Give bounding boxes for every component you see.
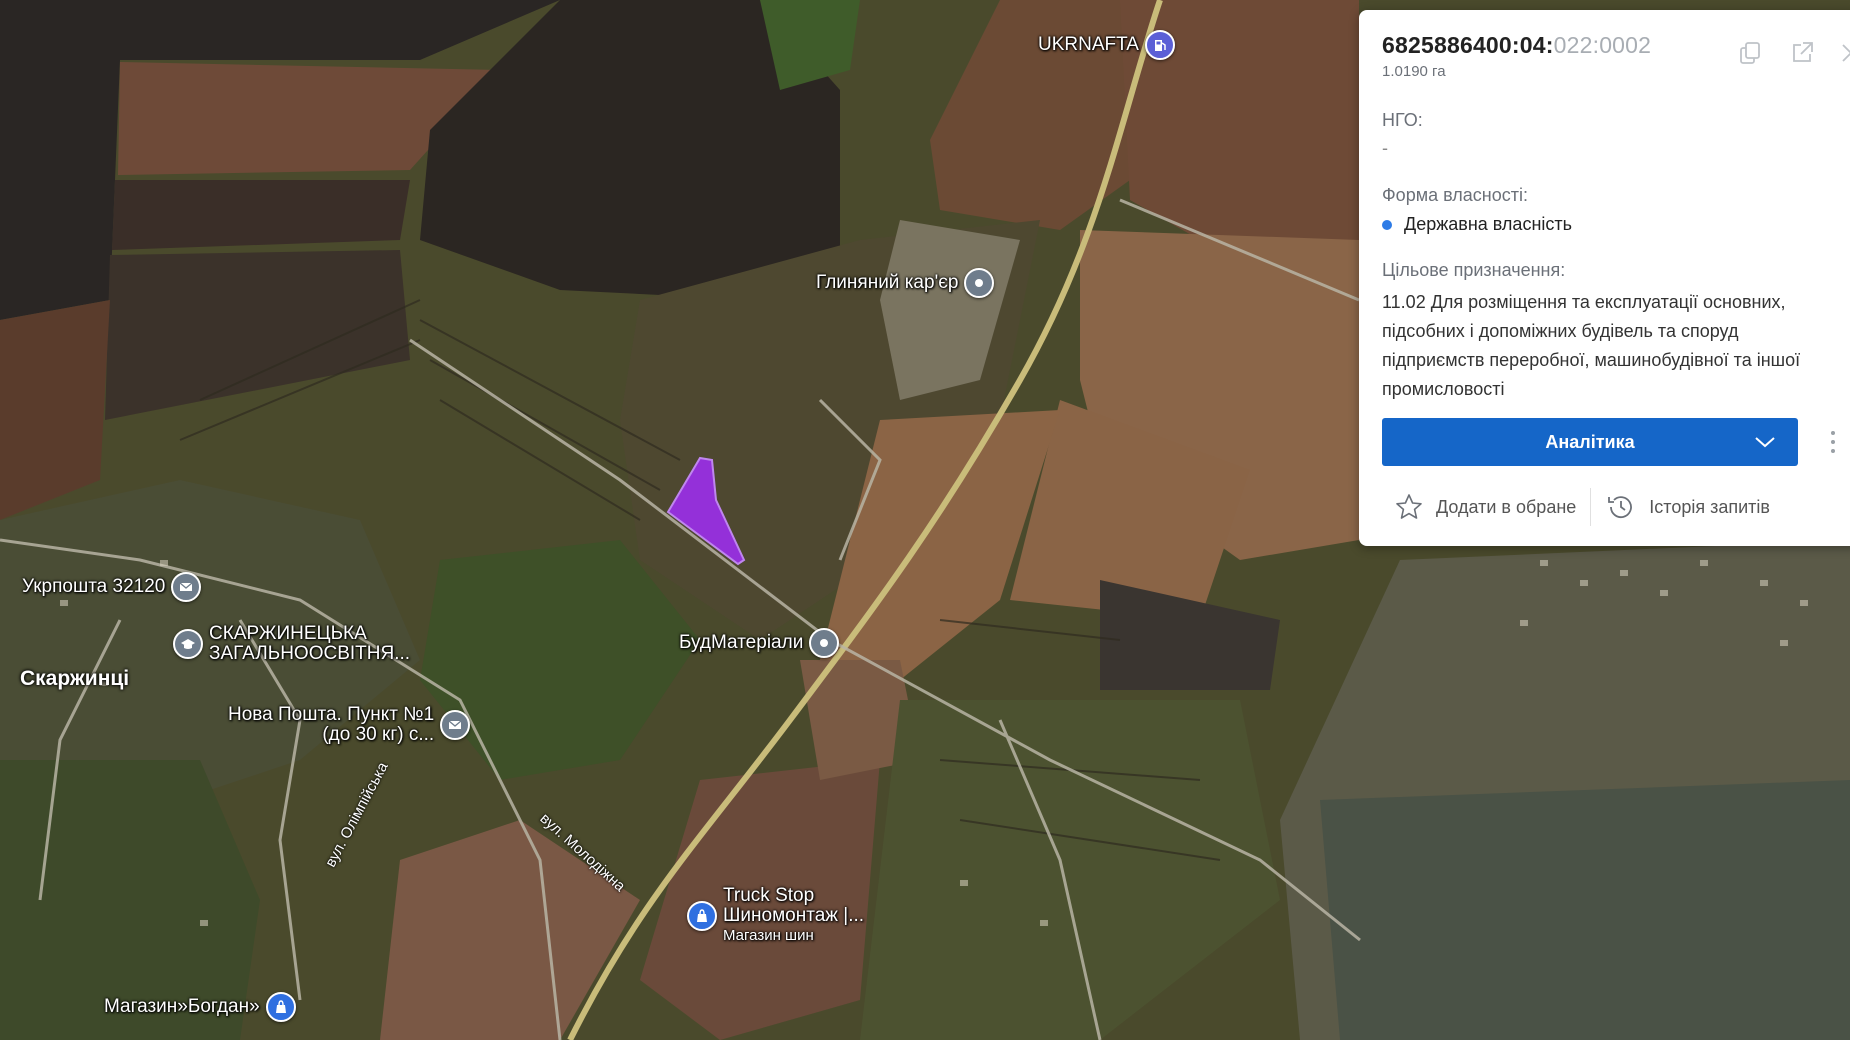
- parcel-info-panel: 6825886400:04:022:0002 1.0190 га НГО: - …: [1359, 10, 1850, 546]
- pin-dot-icon[interactable]: [809, 628, 840, 658]
- cadastral-number-dim: 022:0002: [1553, 32, 1652, 58]
- place-label-skarzhyntsi: Скаржинці: [20, 667, 130, 690]
- more-options-icon[interactable]: [1829, 428, 1837, 456]
- cadastral-number: 6825886400:04:022:0002: [1382, 32, 1651, 59]
- parcel-area: 1.0190 га: [1382, 63, 1446, 80]
- ngo-label: НГО:: [1382, 110, 1423, 130]
- open-external-icon[interactable]: [1789, 40, 1815, 66]
- school-icon[interactable]: [173, 629, 203, 659]
- poi-label: Укрпошта 32120: [22, 576, 166, 597]
- poi-label: Магазин»Богдан»: [104, 996, 260, 1017]
- close-icon[interactable]: [1841, 40, 1850, 66]
- mail-icon[interactable]: [440, 710, 471, 740]
- mail-icon[interactable]: [171, 572, 202, 602]
- history-icon: [1608, 496, 1633, 519]
- ownership-label: Форма власності:: [1382, 185, 1528, 205]
- request-history-label: Історія запитів: [1649, 496, 1770, 517]
- panel-actions: Додати в обране Історія запитів: [1394, 488, 1770, 526]
- poi-ukrnafta[interactable]: UKRNAFTA: [1038, 30, 1175, 60]
- poi-label: Truck Stop: [723, 885, 815, 906]
- analytics-button[interactable]: Аналітика: [1382, 418, 1798, 466]
- panel-header-actions: [1737, 40, 1850, 66]
- poi-label-wrap: Truck Stop Шиномонтаж |... Магазин шин: [723, 886, 864, 946]
- star-icon: [1396, 494, 1422, 519]
- purpose-label: Цільове призначення:: [1382, 260, 1566, 280]
- poi-label: Нова Пошта. Пункт №1: [228, 704, 435, 725]
- ownership-text: Державна власність: [1404, 214, 1573, 234]
- poi-label-wrap: Нова Пошта. Пункт №1 (до 30 кг) с...: [228, 705, 434, 745]
- poi-clay-quarry[interactable]: Глиняний кар'єр: [816, 268, 995, 298]
- poi-budmaterialy[interactable]: БудМатеріали: [679, 628, 840, 658]
- poi-label-line2: ЗАГАЛЬНООСВІТНЯ...: [209, 643, 411, 664]
- poi-label: СКАРЖИНЕЦЬКА: [209, 623, 367, 644]
- poi-label: БудМатеріали: [679, 632, 804, 653]
- poi-bogdan[interactable]: Магазин»Богдан»: [104, 992, 296, 1022]
- request-history-button[interactable]: Історія запитів: [1605, 491, 1770, 523]
- poi-nova-poshta[interactable]: Нова Пошта. Пункт №1 (до 30 кг) с...: [228, 705, 471, 745]
- poi-label-line3: Магазин шин: [723, 927, 814, 944]
- chevron-down-icon: [1755, 437, 1775, 448]
- ngo-value: -: [1382, 138, 1388, 158]
- copy-icon[interactable]: [1737, 40, 1763, 66]
- poi-ukrposhta[interactable]: Укрпошта 32120: [22, 572, 202, 602]
- poi-label-wrap: СКАРЖИНЕЦЬКА ЗАГАЛЬНООСВІТНЯ...: [209, 624, 410, 664]
- purpose-value: 11.02 Для розміщення та експлуатації осн…: [1382, 292, 1801, 399]
- divider: [1590, 488, 1592, 526]
- poi-label: Глиняний кар'єр: [816, 272, 959, 293]
- poi-label: UKRNAFTA: [1038, 34, 1139, 55]
- poi-truck-stop[interactable]: Truck Stop Шиномонтаж |... Магазин шин: [687, 886, 864, 946]
- cadastral-number-main: 6825886400:04:: [1382, 32, 1554, 58]
- ownership-value: Державна власність: [1382, 214, 1572, 235]
- status-dot-icon: [1382, 220, 1392, 231]
- poi-school[interactable]: СКАРЖИНЕЦЬКА ЗАГАЛЬНООСВІТНЯ...: [173, 624, 410, 664]
- fuel-icon[interactable]: [1144, 30, 1175, 60]
- pin-dot-icon[interactable]: [964, 268, 995, 298]
- shop-icon[interactable]: [687, 901, 717, 931]
- add-to-favorites-button[interactable]: Додати в обране: [1394, 492, 1576, 522]
- poi-label-line2: (до 30 кг) с...: [322, 724, 435, 745]
- analytics-button-label: Аналітика: [1545, 431, 1635, 452]
- add-to-favorites-label: Додати в обране: [1436, 496, 1577, 517]
- shop-icon[interactable]: [265, 992, 296, 1022]
- poi-label-line2: Шиномонтаж |...: [723, 905, 865, 926]
